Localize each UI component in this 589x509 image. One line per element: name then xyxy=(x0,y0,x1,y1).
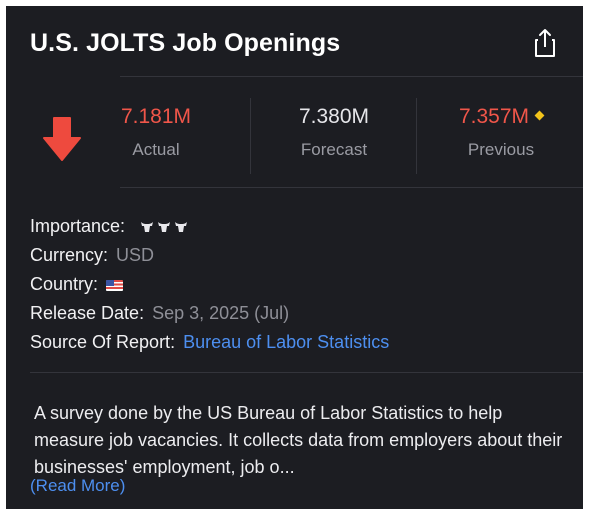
us-flag-icon xyxy=(106,280,124,291)
header: U.S. JOLTS Job Openings xyxy=(30,26,559,66)
importance-label: Importance: xyxy=(30,216,126,236)
stats-row: 7.181M Actual 7.380M Forecast 7.357M Pre… xyxy=(6,94,583,194)
currency-value: USD xyxy=(116,245,155,265)
currency-label: Currency: xyxy=(30,245,109,265)
separator xyxy=(416,98,417,174)
release-date-label: Release Date: xyxy=(30,303,145,323)
page-title: U.S. JOLTS Job Openings xyxy=(30,29,341,57)
country-row: Country: xyxy=(30,270,389,299)
release-date-value: Sep 3, 2025 (Jul) xyxy=(152,303,290,323)
divider xyxy=(120,187,583,188)
bull-importance-icon xyxy=(140,214,190,243)
country-label: Country: xyxy=(30,274,99,294)
source-link[interactable]: Bureau of Labor Statistics xyxy=(183,332,389,352)
diamond-icon xyxy=(534,110,545,121)
share-icon[interactable] xyxy=(531,26,559,60)
source-label: Source Of Report: xyxy=(30,332,176,352)
currency-row: Currency: USD xyxy=(30,241,389,270)
previous-label: Previous xyxy=(467,140,535,159)
previous-stat: 7.357M Previous xyxy=(446,94,556,174)
down-arrow-icon xyxy=(42,114,82,164)
read-more-link[interactable]: (Read More) xyxy=(30,476,125,496)
importance-row: Importance: xyxy=(30,212,389,241)
details-list: Importance: Currency: USD Country: Releas… xyxy=(30,212,389,357)
forecast-value: 7.380M xyxy=(298,105,370,128)
previous-value-wrap: 7.357M xyxy=(446,102,556,132)
actual-stat: 7.181M Actual xyxy=(108,94,204,174)
forecast-label: Forecast xyxy=(300,140,368,159)
source-row: Source Of Report: Bureau of Labor Statist… xyxy=(30,328,389,357)
actual-value: 7.181M xyxy=(120,105,192,128)
event-description: A survey done by the US Bureau of Labor … xyxy=(34,403,563,477)
release-date-row: Release Date: Sep 3, 2025 (Jul) xyxy=(30,299,389,328)
event-detail-card: U.S. JOLTS Job Openings 7.181M Actual 7.… xyxy=(6,6,583,509)
actual-label: Actual xyxy=(132,140,180,159)
divider xyxy=(120,76,583,77)
divider xyxy=(30,372,583,373)
previous-value: 7.357M xyxy=(458,105,530,128)
forecast-stat: 7.380M Forecast xyxy=(284,94,384,174)
separator xyxy=(250,98,251,174)
